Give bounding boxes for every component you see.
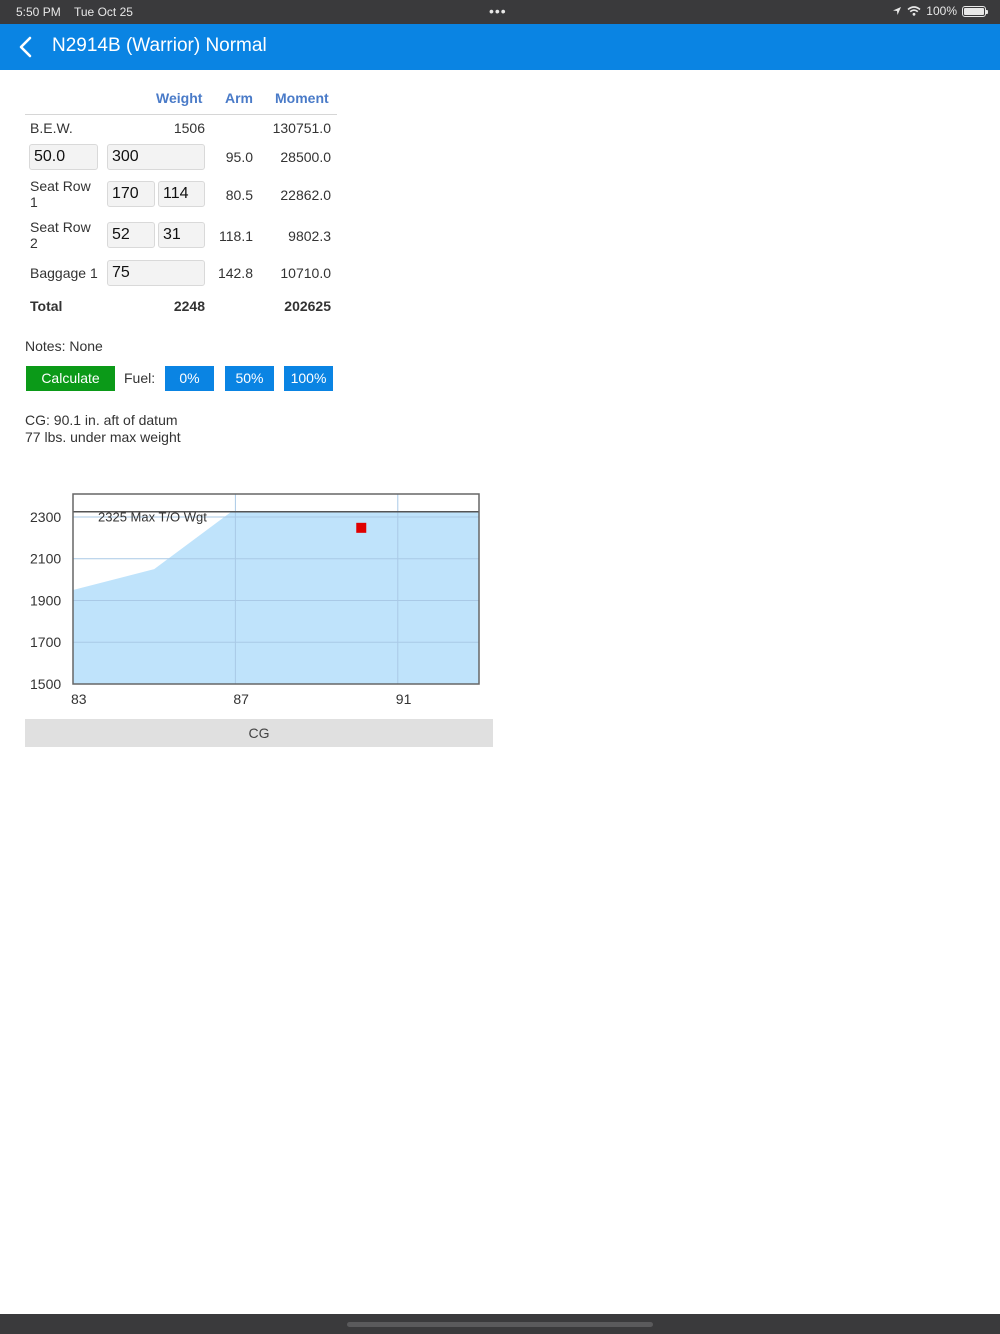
fuel-label: Fuel: [124,370,156,386]
x-tick-label-2: 91 [396,691,412,707]
status-time: 5:50 PM [16,5,61,19]
cg-result: CG: 90.1 in. aft of datum [25,412,178,428]
x-tick-label-0: 83 [71,691,87,707]
bew-moment: 130751.0 [272,120,331,136]
seat-row-1-arm: 80.5 [225,187,253,203]
status-bar: 5:50 PM Tue Oct 25 ••• 100% [0,0,1000,24]
seat-row-2-moment: 9802.3 [288,228,331,244]
battery-percent: 100% [926,4,957,18]
location-icon [893,7,902,15]
y-tick-label-3: 1700 [30,634,61,650]
baggage-1-arm: 142.8 [217,265,253,281]
seat-row-1-right-input[interactable]: 114 [158,181,205,207]
fuel-0-button[interactable]: 0% [165,366,214,391]
fuel-gallons-input[interactable]: 50.0 [29,144,98,170]
status-date: Tue Oct 25 [74,5,133,19]
y-tick-label-1: 2100 [30,551,61,567]
cg-envelope-chart: 2325 Max T/O Wgt 2300 2100 1900 1700 1500 83 87… [30,493,480,707]
wifi-icon [907,6,921,16]
y-tick-label-0: 2300 [30,509,61,525]
status-right: 100% [892,4,988,18]
x-axis-label: CG [25,719,493,747]
total-label: Total [30,298,63,314]
seat-row-1-label: Seat Row 1 [30,178,91,210]
home-indicator[interactable] [347,1322,653,1327]
fuel-weight-input[interactable]: 300 [107,144,205,170]
cg-data-point [356,522,367,533]
max-weight-annotation: 2325 Max T/O Wgt [98,510,207,525]
bew-label: B.E.W. [30,120,73,136]
fuel-50-button[interactable]: 50% [225,366,274,391]
baggage-1-label: Baggage 1 [30,265,98,281]
calculate-button[interactable]: Calculate [26,366,115,391]
fuel-100-button[interactable]: 100% [284,366,333,391]
seat-row-2-label: Seat Row 2 [30,219,91,251]
multitasking-dots[interactable]: ••• [489,4,507,18]
y-tick-label-2: 1900 [30,592,61,608]
seat-row-2-arm: 118.1 [219,228,253,244]
nav-bar: N2914B (Warrior) Normal [0,24,1000,70]
total-moment: 202625 [284,298,331,314]
notes-text: Notes: None [25,338,103,354]
header-divider [25,114,337,115]
weight-result: 77 lbs. under max weight [25,429,181,445]
total-weight: 2248 [173,298,205,314]
seat-row-2-left-input[interactable]: 52 [107,222,155,248]
seat-row-2-right-input[interactable]: 31 [158,222,205,248]
header-moment: Moment [275,90,329,106]
seat-row-1-moment: 22862.0 [280,187,331,203]
header-weight: Weight [156,90,203,106]
baggage-1-weight-input[interactable]: 75 [107,260,205,286]
seat-row-1-left-input[interactable]: 170 [107,181,155,207]
baggage-1-moment: 10710.0 [280,265,331,281]
fuel-moment: 28500.0 [280,149,331,165]
home-indicator-bar [0,1314,1000,1334]
battery-icon [962,5,988,17]
bew-weight: 1506 [173,120,205,136]
page-title: N2914B (Warrior) Normal [52,35,267,56]
header-arm: Arm [225,90,254,106]
x-tick-label-1: 87 [233,691,249,707]
fuel-arm: 95.0 [225,149,253,165]
y-tick-label-4: 1500 [30,676,61,692]
back-chevron-icon[interactable] [16,35,38,59]
